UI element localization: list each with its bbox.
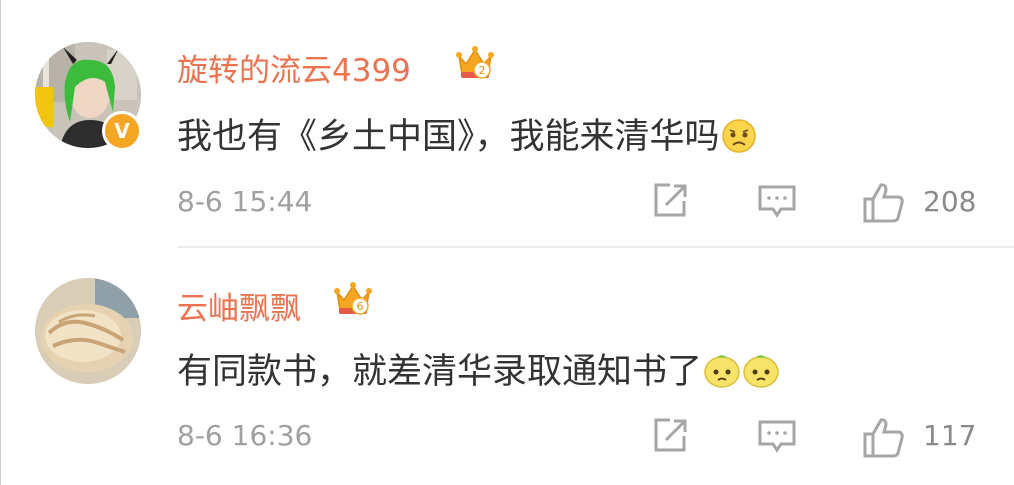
crown-icon[interactable]: 2 xyxy=(456,44,494,82)
comment-item: V 旋转的流云4399 2 我也有《乡土中国》，我能来清华吗 8-6 15:44… xyxy=(0,0,1014,248)
comment-icon[interactable] xyxy=(757,416,797,456)
username[interactable]: 旋转的流云4399 xyxy=(177,45,411,90)
comment-text-body: 我也有《乡土中国》，我能来清华吗 xyxy=(177,117,720,157)
crown-level: 2 xyxy=(479,64,486,77)
comment-item: 云岫飘飘 6 有同款书，就差清华录取通知书了 8-6 16:36 117 xyxy=(0,248,1014,485)
username[interactable]: 云岫飘飘 xyxy=(177,283,301,328)
sad-face-emoji xyxy=(721,118,757,163)
comment-icon[interactable] xyxy=(757,181,797,221)
comment-time: 8-6 15:44 xyxy=(177,185,313,218)
lemon-face-emoji xyxy=(742,353,780,398)
like-count: 117 xyxy=(923,419,977,452)
comment-time: 8-6 16:36 xyxy=(177,419,313,452)
avatar[interactable] xyxy=(35,278,141,384)
share-icon[interactable] xyxy=(650,181,690,221)
like-icon[interactable] xyxy=(862,181,906,225)
verified-badge: V xyxy=(102,111,142,151)
comment-text: 我也有《乡土中国》，我能来清华吗 xyxy=(177,108,757,163)
lemon-face-emoji xyxy=(703,353,741,398)
crown-level: 6 xyxy=(357,300,364,313)
comment-text: 有同款书，就差清华录取通知书了 xyxy=(177,343,780,398)
like-count: 208 xyxy=(923,185,977,218)
comment-text-body: 有同款书，就差清华录取通知书了 xyxy=(177,352,703,392)
like-icon[interactable] xyxy=(862,416,906,460)
crown-icon[interactable]: 6 xyxy=(334,280,372,318)
share-icon[interactable] xyxy=(650,416,690,456)
